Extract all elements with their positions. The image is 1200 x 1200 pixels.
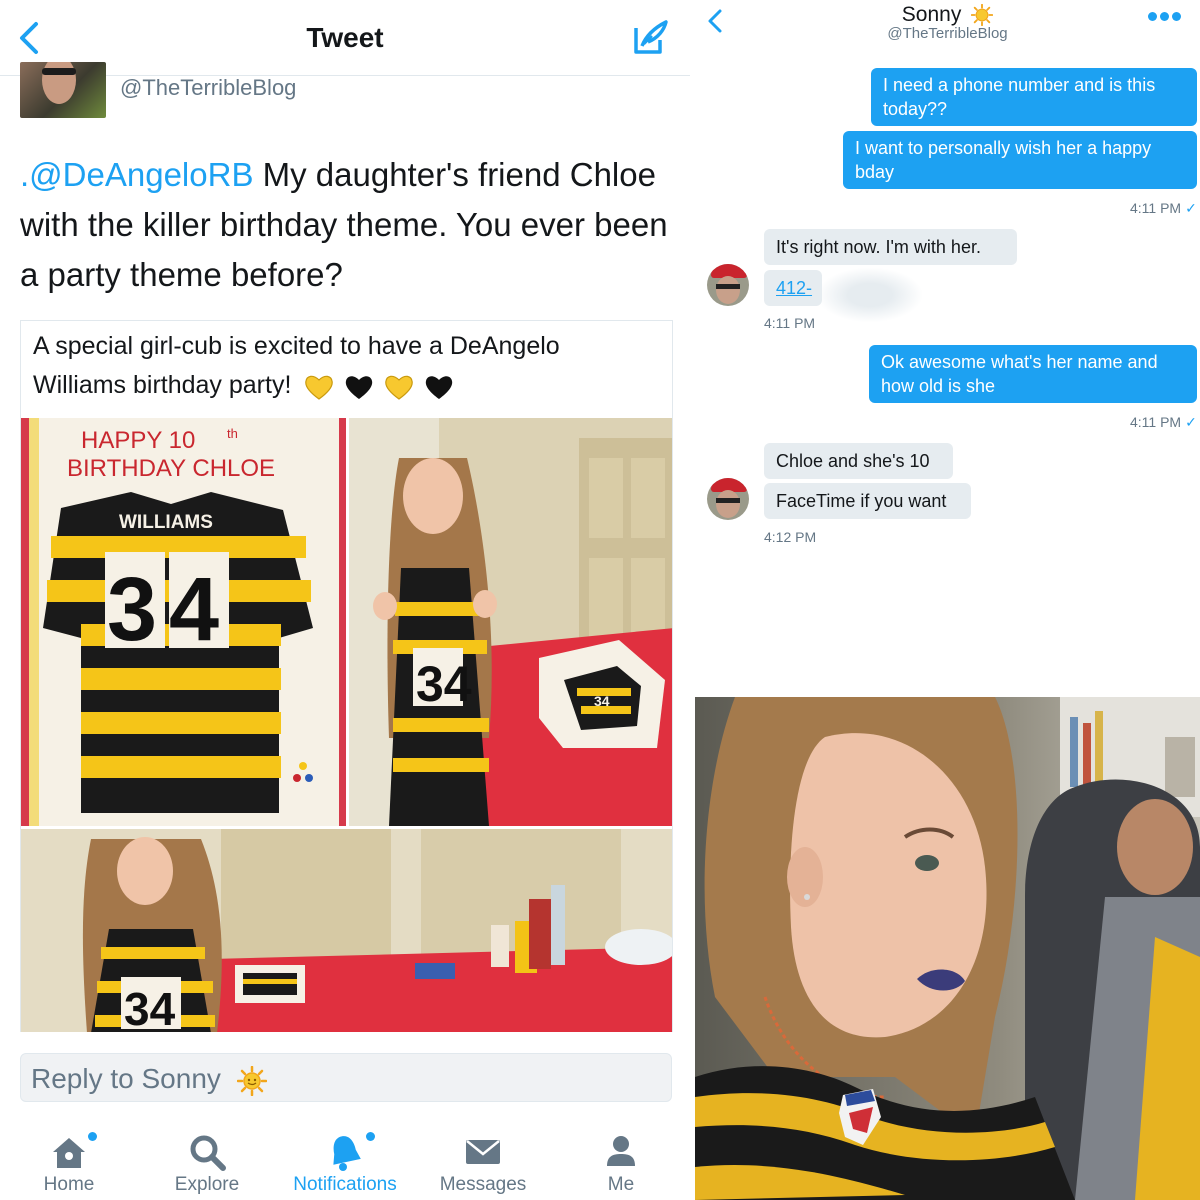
quoted-text: A special girl-cub is excited to have a … — [33, 327, 653, 406]
table-jersey-number: 34 — [124, 983, 176, 1032]
timestamp-text: 4:11 PM — [1130, 200, 1182, 216]
tab-messages[interactable]: Messages — [414, 1118, 552, 1200]
received-message[interactable]: FaceTime if you want — [764, 483, 971, 519]
sent-message[interactable]: I need a phone number and is this today?… — [871, 68, 1197, 126]
read-check-icon: ✓ — [1185, 414, 1197, 430]
tab-explore-label: Explore — [174, 1174, 240, 1195]
tab-messages-label: Messages — [439, 1174, 527, 1195]
search-icon — [190, 1135, 226, 1171]
message-timestamp: 4:11 PM ✓ — [1130, 414, 1197, 431]
dm-contact-name-text: Sonny — [901, 3, 962, 26]
bottom-tab-bar: Home Explore Notifications Messages Me — [0, 1118, 690, 1200]
cake-text-sup: th — [227, 426, 238, 441]
tweet-author[interactable]: @TheTerribleBlog — [20, 62, 670, 118]
tab-notifications-label: Notifications — [293, 1174, 397, 1195]
bell-icon — [333, 1136, 361, 1171]
home-icon — [53, 1138, 85, 1168]
jersey-drawing: WILLIAMS 34 — [43, 492, 319, 813]
cake-number-small: 34 — [594, 693, 610, 709]
girl-illustration: 34 34 — [349, 418, 672, 826]
more-options-icon[interactable] — [1148, 12, 1182, 22]
yellow-heart-icon — [385, 376, 414, 401]
message-line: Chloe and she's 10 — [776, 451, 930, 471]
page-title: Tweet — [306, 22, 384, 53]
yellow-heart-icon — [305, 376, 334, 401]
author-avatar[interactable] — [20, 62, 106, 118]
message-line: I need a phone number and is this — [883, 75, 1156, 95]
tab-home-label: Home — [43, 1174, 95, 1195]
jersey-number: 34 — [107, 560, 231, 660]
tab-explore[interactable]: Explore — [138, 1118, 276, 1200]
author-handle[interactable]: @TheTerribleBlog — [120, 75, 296, 101]
timestamp-text: 4:11 PM — [1130, 414, 1182, 430]
cake-text-line1: HAPPY 10 — [81, 427, 195, 454]
message-timestamp: 4:11 PM — [764, 315, 815, 331]
tweet-text: .@DeAngeloRB My daughter's friend Chloe … — [20, 150, 680, 300]
dm-contact-handle: @TheTerribleBlog — [887, 25, 1008, 42]
received-message[interactable]: Chloe and she's 10 — [764, 443, 953, 479]
contact-avatar[interactable] — [707, 264, 749, 306]
tab-home[interactable]: Home — [0, 1118, 138, 1200]
message-line: I want to personally wish her a happy — [855, 138, 1152, 158]
sent-message[interactable]: I want to personally wish her a happy bd… — [843, 131, 1197, 189]
cake-illustration: HAPPY 10 th BIRTHDAY CHLOE WILLIAMS 34 — [21, 418, 346, 826]
tweet-view: Tweet @TheTerribleBlog .@DeAngeloRB My d… — [0, 0, 690, 1200]
quoted-post[interactable]: A special girl-cub is excited to have a … — [20, 320, 673, 1032]
phone-number-link[interactable]: 412- — [764, 270, 822, 306]
cake-photo[interactable]: HAPPY 10 th BIRTHDAY CHLOE WILLIAMS 34 — [21, 418, 346, 826]
black-heart-icon — [426, 376, 453, 400]
timestamp-text: 4:12 PM — [764, 529, 817, 545]
quoted-text-body: A special girl-cub is excited to have a … — [33, 332, 560, 399]
closeup-photo[interactable] — [695, 697, 1200, 1200]
read-check-icon: ✓ — [1185, 200, 1197, 216]
person-icon — [607, 1136, 635, 1166]
received-message[interactable]: It's right now. I'm with her. — [764, 229, 1017, 265]
tab-me[interactable]: Me — [552, 1118, 690, 1200]
mention-link[interactable]: .@DeAngeloRB — [20, 156, 253, 193]
message-line: It's right now. I'm with her. — [776, 237, 981, 257]
compose-tweet-icon[interactable] — [630, 18, 670, 58]
message-line: 412- — [776, 278, 813, 298]
closeup-illustration — [695, 697, 1200, 1200]
message-line: how old is she — [881, 376, 996, 396]
party-table-photo[interactable]: 34 — [21, 829, 672, 1032]
redacted-number-blur — [818, 268, 922, 322]
girl-jersey-number: 34 — [416, 656, 472, 712]
message-line: FaceTime if you want — [776, 491, 947, 511]
dm-contact-name[interactable]: Sonny — [695, 3, 1200, 27]
tab-me-label: Me — [607, 1174, 635, 1195]
message-timestamp: 4:11 PM ✓ — [1130, 200, 1197, 217]
girl-with-cake-photo[interactable]: 34 34 — [349, 418, 672, 826]
message-line: bday — [855, 162, 895, 182]
message-line: Ok awesome what's her name and — [881, 352, 1158, 372]
contact-avatar[interactable] — [707, 478, 749, 520]
reply-input[interactable]: Reply to Sonny — [20, 1053, 672, 1102]
heart-emojis — [304, 367, 457, 406]
message-timestamp: 4:12 PM — [764, 529, 816, 545]
home-notification-dot — [88, 1132, 97, 1141]
message-line: today?? — [883, 99, 948, 119]
cake-text-line2: BIRTHDAY CHLOE — [67, 455, 275, 482]
envelope-icon — [466, 1140, 500, 1164]
sent-message[interactable]: Ok awesome what's her name and how old i… — [869, 345, 1197, 403]
jersey-name: WILLIAMS — [119, 512, 213, 533]
black-heart-icon — [346, 376, 373, 400]
tab-notifications[interactable]: Notifications — [276, 1118, 414, 1200]
notifications-dot — [366, 1132, 375, 1141]
table-illustration: 34 — [21, 829, 672, 1032]
sun-emoji-icon — [971, 4, 994, 27]
sun-emoji-icon — [236, 1065, 267, 1096]
reply-placeholder-text: Reply to Sonny — [31, 1063, 221, 1094]
timestamp-text: 4:11 PM — [764, 315, 816, 331]
reply-placeholder: Reply to Sonny — [31, 1063, 267, 1096]
